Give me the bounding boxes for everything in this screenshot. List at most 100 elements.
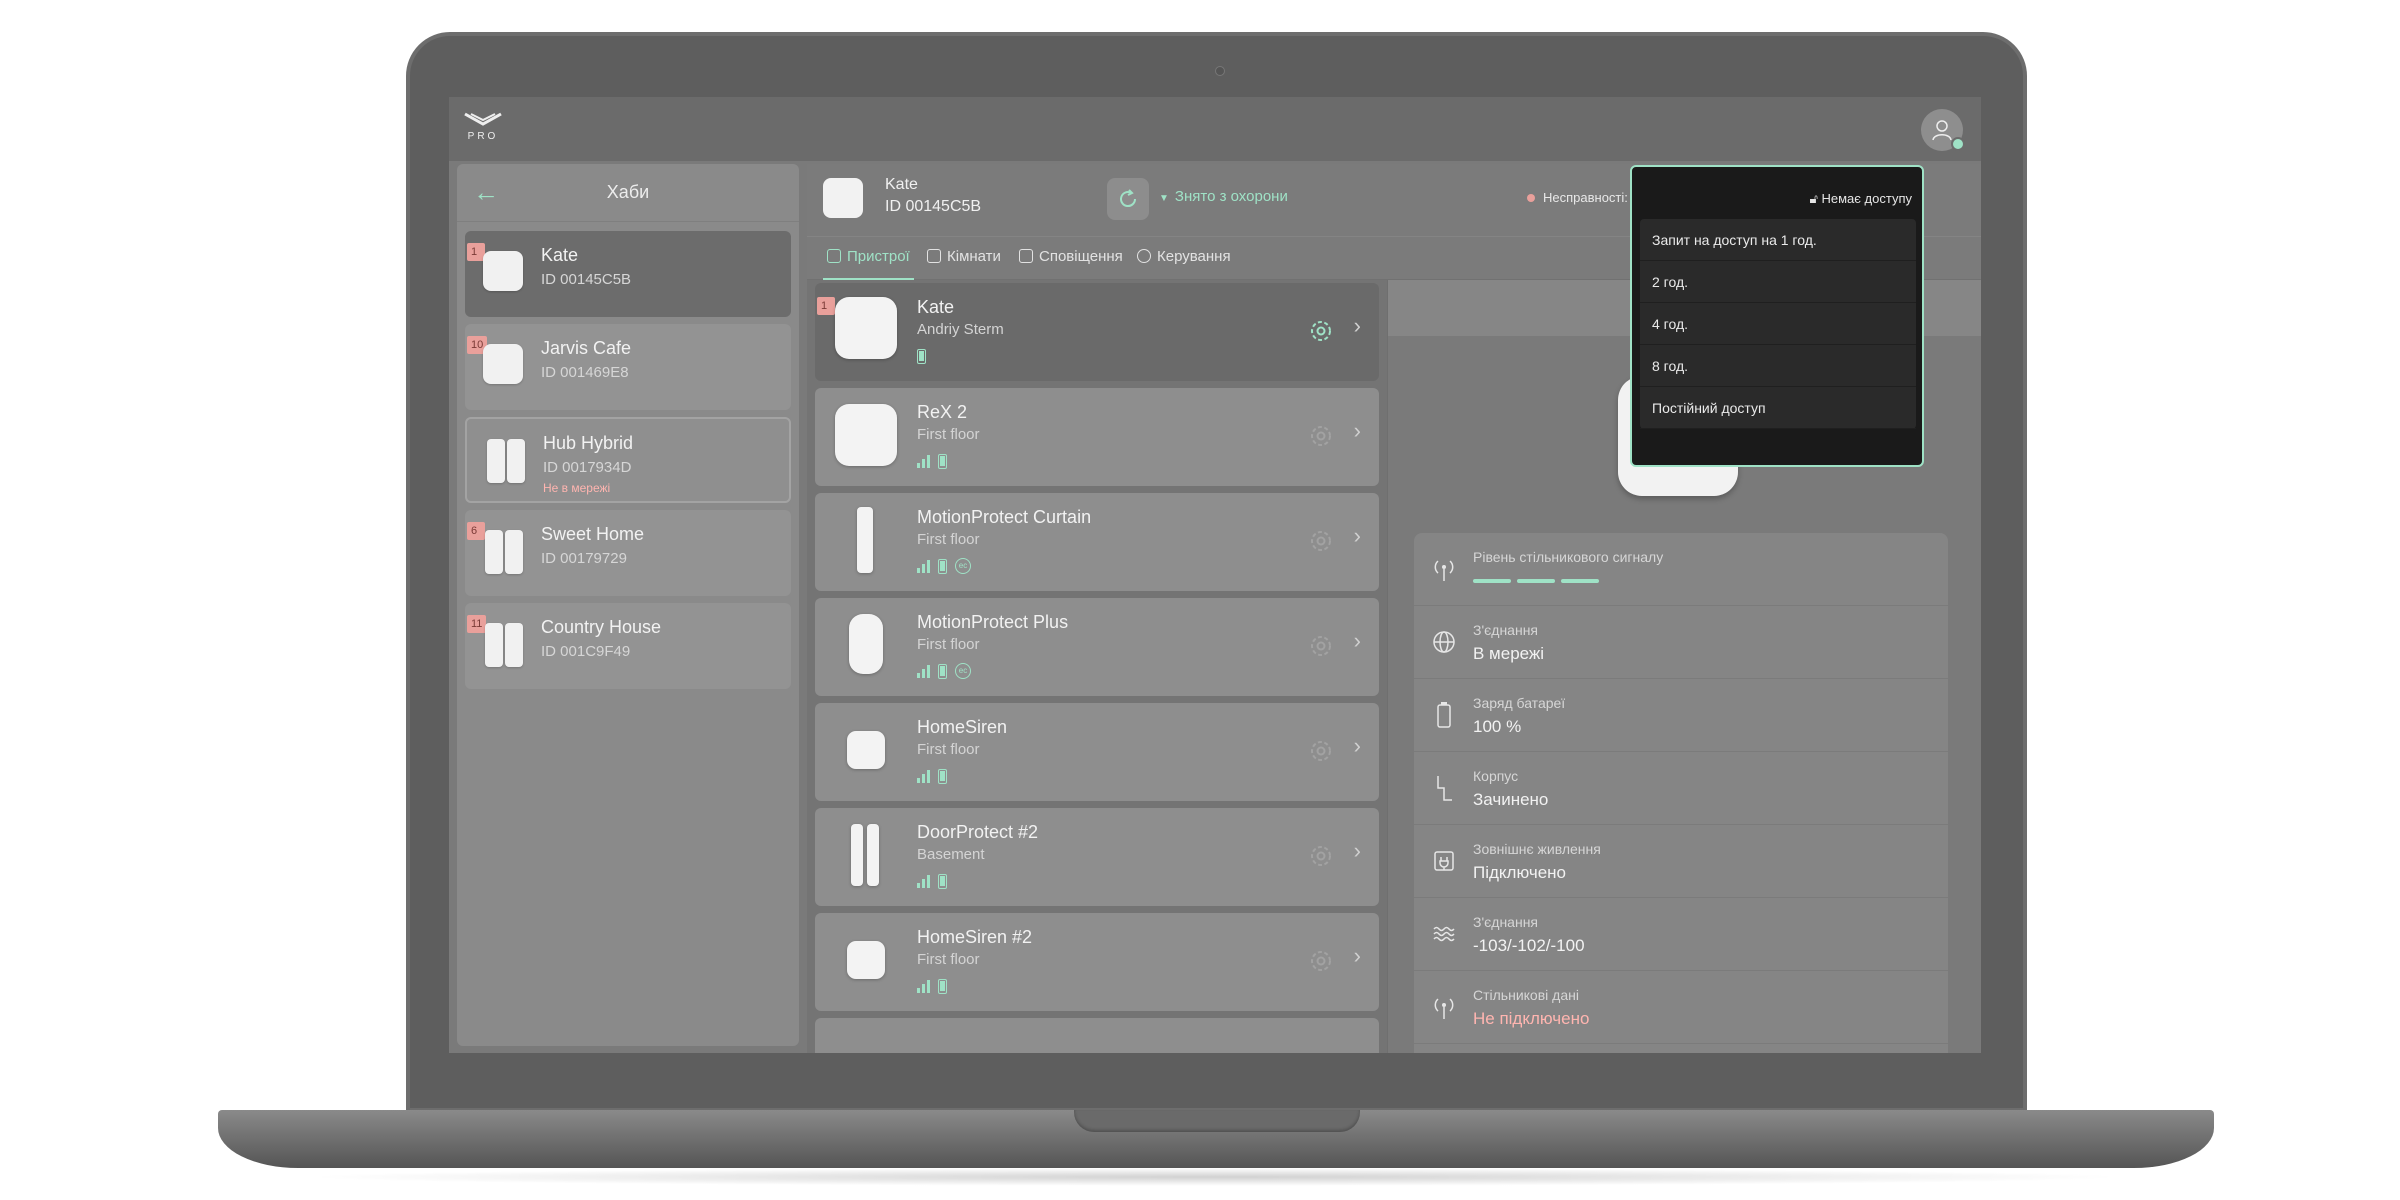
signal-level-bars (1473, 579, 1599, 583)
prop-battery: Заряд батареї 100 % (1414, 679, 1948, 752)
chevron-right-icon[interactable]: › (1354, 628, 1361, 654)
hub-card-jarvis-cafe[interactable]: 10 Jarvis Cafe ID 001469E8 (465, 324, 791, 410)
faults-indicator[interactable]: Несправності: 1 (1527, 190, 1639, 205)
hub-alert-badge: 11 (467, 615, 487, 633)
settings-gear-icon[interactable] (1307, 737, 1335, 765)
chevron-right-icon[interactable]: › (1354, 523, 1361, 549)
device-status-icons: ec (917, 662, 971, 680)
settings-gear-icon[interactable] (1307, 947, 1335, 975)
tab-devices[interactable]: Пристрої (823, 237, 914, 280)
device-name: HomeSiren #2 (917, 927, 1033, 947)
tab-label: Керування (1157, 248, 1231, 265)
prop-value: -103/-102/-100 (1473, 936, 1585, 955)
menu-item-4h[interactable]: 4 год. (1640, 303, 1916, 345)
hub-card-hub-hybrid[interactable]: Hub Hybrid ID 0017934D Не в мережі (465, 417, 791, 503)
device-card-motionprotect-plus[interactable]: MotionProtect Plus First floor ec › (815, 598, 1379, 696)
menu-item-2h[interactable]: 2 год. (1640, 261, 1916, 303)
laptop-notch (1074, 1110, 1360, 1132)
battery-icon (1437, 702, 1451, 728)
tab-notifications[interactable]: Сповіщення (1015, 237, 1127, 280)
camera (1215, 66, 1225, 76)
device-location: First floor (917, 426, 980, 443)
hub-header-id: ID 00145C5B (885, 198, 982, 215)
arm-status-label: Знято з охорони (1174, 188, 1288, 205)
refresh-icon (1120, 189, 1137, 208)
device-name: MotionProtect Curtain (917, 507, 1092, 527)
hub-alert-badge: 6 (467, 522, 485, 540)
signal-icon (917, 979, 930, 993)
arm-status-dropdown[interactable]: ▼ Знято з охорони (1159, 188, 1288, 205)
hub-image-second (505, 530, 523, 574)
menu-item-permanent[interactable]: Постійний доступ (1640, 387, 1916, 429)
prop-label: Зовнішнє живлення (1473, 841, 1601, 857)
device-location: Basement (917, 846, 985, 863)
settings-gear-icon[interactable] (1307, 317, 1335, 345)
device-location: First floor (917, 531, 980, 548)
eco-mode-icon: ec (955, 558, 971, 574)
device-card-next[interactable] (815, 1018, 1379, 1053)
tab-rooms[interactable]: Кімнати (923, 237, 1005, 280)
chevron-right-icon[interactable]: › (1354, 313, 1361, 339)
device-card-kate[interactable]: 1 Kate Andriy Sterm › (815, 283, 1379, 381)
laptop-shadow (300, 1168, 2130, 1186)
door-magnet-image (867, 824, 879, 886)
properties-list: Рівень стільникового сигналу З'єднання В… (1414, 533, 1948, 1053)
device-name: HomeSiren (917, 717, 1008, 737)
hub-id: ID 00145C5B (541, 271, 632, 288)
hub-image (483, 344, 523, 384)
hub-card-sweet-home[interactable]: 6 Sweet Home ID 00179729 (465, 510, 791, 596)
back-arrow-icon[interactable]: ← (473, 177, 505, 208)
sync-button[interactable] (1107, 178, 1149, 220)
device-card-rex-2[interactable]: ReX 2 First floor › (815, 388, 1379, 486)
device-status-icons (917, 452, 947, 470)
hub-name: Jarvis Cafe (541, 338, 632, 358)
tab-control[interactable]: Керування (1133, 237, 1235, 280)
chevron-right-icon[interactable]: › (1354, 418, 1361, 444)
device-card-motionprotect-curtain[interactable]: MotionProtect Curtain First floor ec › (815, 493, 1379, 591)
antenna-icon (1434, 560, 1454, 581)
prop-cellular-data: Стільникові дані Не підключено (1414, 971, 1948, 1044)
chevron-right-icon[interactable]: › (1354, 838, 1361, 864)
curtain-sensor-image (857, 507, 873, 573)
settings-gear-icon[interactable] (1307, 527, 1335, 555)
prop-value: Зачинено (1473, 790, 1549, 809)
access-status[interactable]: 🔓︎ Немає доступу (1809, 191, 1912, 207)
signal-icon (917, 664, 930, 678)
hub-offline-warning: Не в мережі (543, 481, 611, 495)
settings-gear-icon[interactable] (1307, 842, 1335, 870)
logo-icon (464, 112, 502, 126)
prop-value: Підключено (1473, 863, 1566, 882)
prop-external-power: Зовнішнє живлення Підключено (1414, 825, 1948, 898)
menu-item-request-1h[interactable]: Запит на доступ на 1 год. (1640, 219, 1916, 261)
device-location: First floor (917, 741, 980, 758)
faults-label: Несправності: 1 (1543, 190, 1639, 205)
caret-down-icon: ▼ (1159, 193, 1169, 204)
signal-icon (917, 769, 930, 783)
prop-cellular-signal: Рівень стільникового сигналу (1414, 533, 1948, 606)
hub-image (483, 251, 523, 291)
hub-name: Sweet Home (541, 524, 645, 544)
access-status-label: Немає доступу (1821, 191, 1913, 206)
noise-waves-icon (1433, 926, 1455, 942)
ajax-logo[interactable]: PRO (461, 111, 505, 151)
battery-icon (938, 663, 947, 679)
menu-item-8h[interactable]: 8 год. (1640, 345, 1916, 387)
device-name: Kate (917, 297, 955, 317)
chevron-right-icon[interactable]: › (1354, 943, 1361, 969)
hub-card-kate[interactable]: 1 Kate ID 00145C5B (465, 231, 791, 317)
rex-device-image (835, 404, 897, 466)
siren-image (847, 731, 885, 769)
motion-sensor-image (849, 614, 883, 674)
device-list: 1 Kate Andriy Sterm › ReX 2 First floor … (807, 280, 1387, 1053)
device-card-homesiren[interactable]: HomeSiren First floor › (815, 703, 1379, 801)
device-card-doorprotect-2[interactable]: DoorProtect #2 Basement › (815, 808, 1379, 906)
hubs-title: Хаби (606, 182, 650, 202)
hub-card-country-house[interactable]: 11 Country House ID 001C9F49 (465, 603, 791, 689)
chevron-right-icon[interactable]: › (1354, 733, 1361, 759)
prop-value: В мережі (1473, 644, 1545, 663)
top-bar: PRO (449, 97, 1981, 161)
device-name: MotionProtect Plus (917, 612, 1069, 632)
settings-gear-icon[interactable] (1307, 632, 1335, 660)
device-card-homesiren-2[interactable]: HomeSiren #2 First floor › (815, 913, 1379, 1011)
settings-gear-icon[interactable] (1307, 422, 1335, 450)
